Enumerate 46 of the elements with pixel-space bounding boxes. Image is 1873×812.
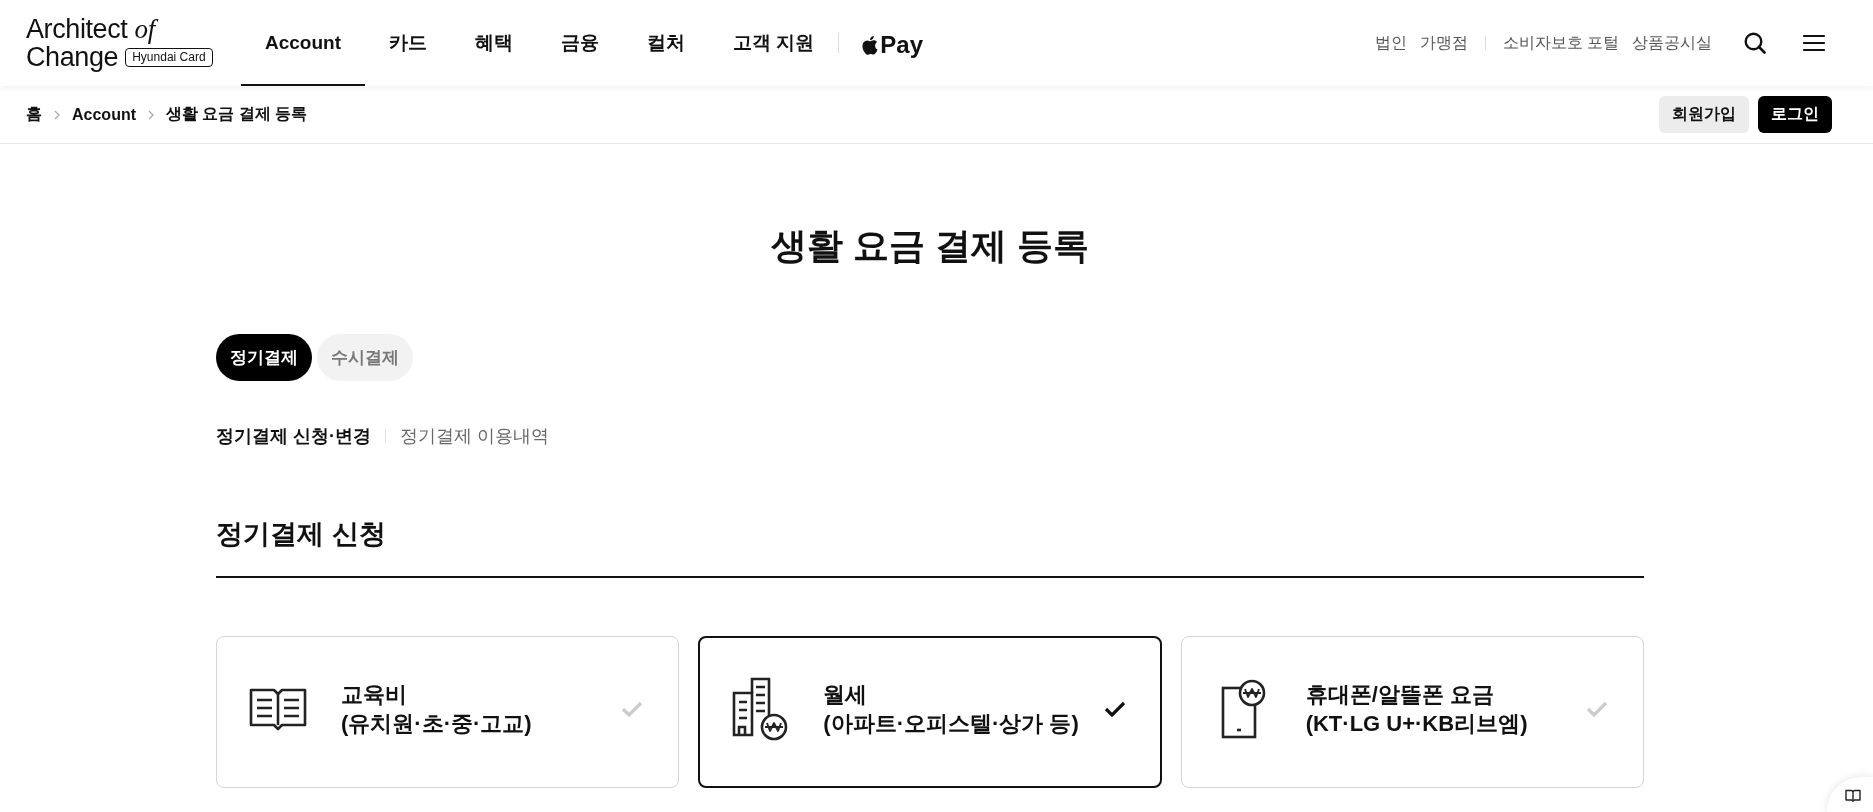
card-subtitle: (유치원·초·중·고교) — [341, 710, 532, 738]
breadcrumb-link[interactable]: Account — [72, 105, 136, 124]
floating-guide-button[interactable] — [1827, 777, 1873, 812]
search-icon — [1744, 32, 1766, 54]
sub-tab[interactable]: 정기결제 이용내역 — [400, 424, 549, 448]
page-title: 생활 요금 결제 등록 — [771, 224, 1089, 268]
sub-tab[interactable]: 정기결제 신청·변경 — [216, 424, 371, 448]
utility-link[interactable]: 상품공시실 — [1632, 32, 1712, 54]
card-subtitle: (KT·LG U+·KB리브엠) — [1305, 710, 1528, 738]
search-button[interactable] — [1743, 31, 1767, 55]
nav-tab[interactable]: 금융 — [537, 0, 623, 86]
card-subtitle: (아파트·오피스텔·상가 등) — [823, 710, 1079, 738]
nav-tab[interactable]: 고객 지원 — [709, 0, 839, 86]
menu-icon — [1803, 34, 1825, 52]
nav-tab[interactable]: 혜택 — [451, 0, 537, 86]
check-icon — [1103, 700, 1126, 718]
phone-coin-icon — [1219, 679, 1266, 739]
section-heading: 정기결제 신청 — [216, 518, 386, 551]
check-icon — [1586, 700, 1608, 718]
signup-button[interactable]: 회원가입 — [1659, 96, 1749, 133]
nav-tab[interactable]: Account — [241, 0, 365, 86]
payment-tab[interactable]: 정기결제 — [216, 334, 312, 381]
breadcrumb-link[interactable]: 홈 — [26, 104, 42, 125]
utility-link[interactable]: 가맹점 — [1419, 32, 1468, 54]
nav-tab[interactable]: 카드 — [365, 0, 451, 86]
payment-type-card[interactable]: 휴대폰/알뜰폰 요금 (KT·LG U+·KB리브엠) — [1180, 636, 1644, 788]
building-coin-icon — [732, 677, 789, 741]
apple-icon — [861, 35, 879, 55]
book-icon — [249, 687, 307, 731]
utility-link[interactable]: 법인 — [1374, 32, 1407, 54]
chevron-icon — [148, 109, 154, 120]
check-icon — [621, 700, 644, 718]
payment-type-card[interactable]: 교육비 (유치원·초·중·고교) — [216, 636, 680, 788]
apple-pay-link[interactable]: Pay — [839, 0, 923, 86]
nav-tab[interactable]: 컬처 — [623, 0, 709, 86]
login-button[interactable]: 로그인 — [1758, 96, 1832, 133]
card-title: 휴대폰/알뜰폰 요금 — [1305, 681, 1494, 709]
utility-link[interactable]: 소비자보호 포털 — [1502, 32, 1619, 54]
book-icon — [1845, 789, 1861, 802]
card-title: 월세 — [823, 681, 868, 709]
payment-tab[interactable]: 수시결제 — [317, 334, 413, 381]
logo[interactable]: Architect of Change Hyundai Card — [26, 15, 213, 71]
card-title: 교육비 — [341, 681, 407, 709]
payment-type-card[interactable]: 월세 (아파트·오피스텔·상가 등) — [698, 636, 1162, 788]
breadcrumb-current: 생활 요금 결제 등록 — [166, 104, 308, 124]
chevron-icon — [54, 109, 60, 120]
